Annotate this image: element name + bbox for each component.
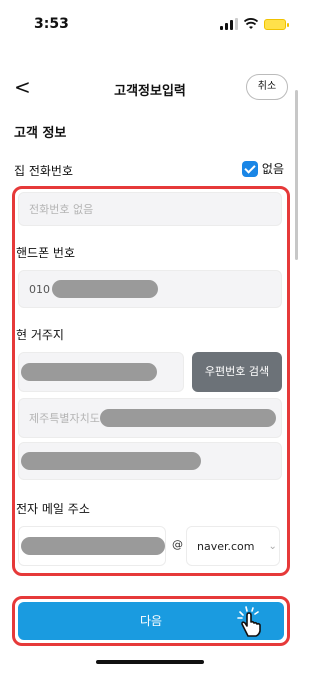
wifi-icon [244, 18, 258, 29]
battery-icon [264, 18, 289, 30]
email-domain-value: naver.com [197, 539, 255, 553]
email-id-input[interactable] [18, 526, 166, 566]
mobile-label: 핸드폰 번호 [16, 246, 76, 260]
scroll-indicator [295, 90, 298, 260]
status-icons [220, 18, 289, 30]
redacted-mobile [52, 280, 158, 298]
no-home-phone-label: 없음 [261, 162, 284, 176]
address-line1-prefix: 제주특별자치도 [29, 412, 100, 425]
home-phone-input[interactable]: 전화번호 없음 [18, 192, 282, 226]
zipcode-input[interactable] [18, 352, 184, 392]
email-domain-select[interactable]: naver.com ⌄ [186, 526, 280, 566]
no-home-phone-checkbox[interactable]: 없음 [241, 160, 284, 177]
address-line2-input[interactable] [18, 442, 282, 480]
home-indicator [96, 660, 204, 664]
redacted-address-line1 [99, 409, 276, 427]
address-line1-input[interactable]: 제주특별자치도 [18, 398, 282, 438]
mobile-input[interactable]: 010 [18, 270, 282, 308]
zipcode-search-button[interactable]: 우편번호 검색 [192, 352, 282, 392]
tap-hand-icon [237, 606, 261, 637]
at-sign: @ [172, 538, 183, 551]
nav-bar: < 고객정보입력 취소 [0, 72, 300, 106]
home-phone-placeholder: 전화번호 없음 [29, 203, 94, 216]
section-title: 고객 정보 [14, 126, 67, 141]
status-time: 3:53 [34, 16, 69, 32]
signal-icon [220, 18, 238, 30]
mobile-prefix: 010 [29, 282, 50, 296]
redacted-address-line2 [21, 452, 201, 470]
redacted-zipcode [21, 363, 157, 381]
home-phone-label: 집 전화번호 [14, 164, 74, 178]
status-bar: 3:53 [0, 0, 300, 62]
redacted-email-id [21, 537, 165, 555]
email-label: 전자 메일 주소 [16, 502, 90, 516]
chevron-down-icon: ⌄ [268, 540, 277, 552]
address-label: 현 거주지 [16, 328, 64, 342]
cancel-button[interactable]: 취소 [246, 74, 288, 100]
checkbox-checked-icon[interactable] [241, 160, 258, 177]
